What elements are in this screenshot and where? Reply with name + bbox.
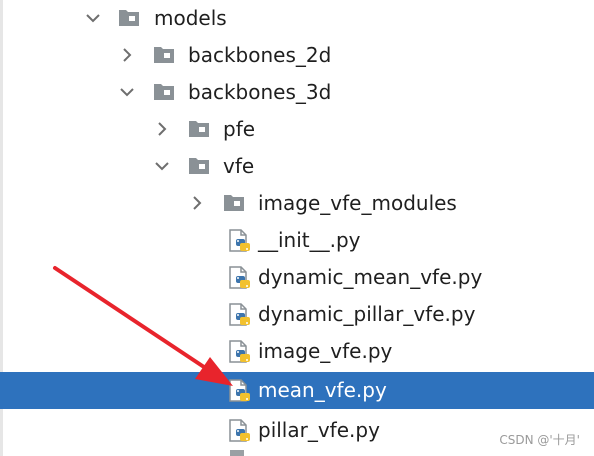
python-file-icon: [228, 412, 252, 449]
folder-icon: [118, 0, 142, 37]
folder-icon: [153, 37, 177, 74]
tree-row-models[interactable]: models: [0, 0, 594, 37]
python-file-icon: [228, 333, 252, 370]
chevron-right-icon[interactable]: [114, 37, 140, 74]
tree-item-label: vfe: [223, 154, 255, 178]
chevron-down-icon[interactable]: [149, 148, 175, 185]
python-file-icon: [228, 372, 252, 409]
tree-item-label: models: [154, 6, 227, 30]
tree-item-label: pillar_vfe.py: [258, 418, 380, 442]
tree-item-label: dynamic_mean_vfe.py: [258, 265, 483, 289]
tree-item-label: pfe: [223, 117, 256, 141]
tree-item-label: backbones_3d: [188, 80, 332, 104]
tree-item-label: __init__.py: [258, 228, 361, 252]
tree-item-label: image_vfe.py: [258, 339, 393, 363]
folder-icon: [188, 111, 212, 148]
watermark-text: CSDN @'十月': [499, 433, 580, 447]
tree-row-dynamic-mean-vfe-py[interactable]: dynamic_mean_vfe.py: [0, 259, 594, 296]
tree-item-label: dynamic_pillar_vfe.py: [258, 302, 476, 326]
chevron-right-icon[interactable]: [149, 111, 175, 148]
python-file-icon: [228, 222, 252, 259]
project-file-tree: models backbones_2d backbones_3d pfe vfe…: [0, 0, 594, 456]
tree-row-dynamic-pillar-vfe-py[interactable]: dynamic_pillar_vfe.py: [0, 296, 594, 333]
tree-row-backbones-2d[interactable]: backbones_2d: [0, 37, 594, 74]
tree-row-init-py[interactable]: __init__.py: [0, 222, 594, 259]
python-file-icon: [230, 450, 244, 456]
folder-icon: [153, 74, 177, 111]
tree-item-label: mean_vfe.py: [258, 378, 387, 402]
tree-row-vfe[interactable]: vfe: [0, 148, 594, 185]
tree-row-image-vfe-modules[interactable]: image_vfe_modules: [0, 185, 594, 222]
tree-item-label: backbones_2d: [188, 43, 332, 67]
tree-row-backbones-3d[interactable]: backbones_3d: [0, 74, 594, 111]
tree-row-image-vfe-py[interactable]: image_vfe.py: [0, 333, 594, 370]
folder-icon: [188, 148, 212, 185]
python-file-icon: [228, 296, 252, 333]
chevron-down-icon[interactable]: [114, 74, 140, 111]
tree-row-pfe[interactable]: pfe: [0, 111, 594, 148]
chevron-down-icon[interactable]: [80, 0, 106, 37]
chevron-right-icon[interactable]: [184, 185, 210, 222]
tree-row-mean-vfe-py[interactable]: mean_vfe.py: [0, 372, 594, 409]
tree-item-label: image_vfe_modules: [258, 191, 457, 215]
folder-icon: [223, 185, 247, 222]
python-file-icon: [228, 259, 252, 296]
